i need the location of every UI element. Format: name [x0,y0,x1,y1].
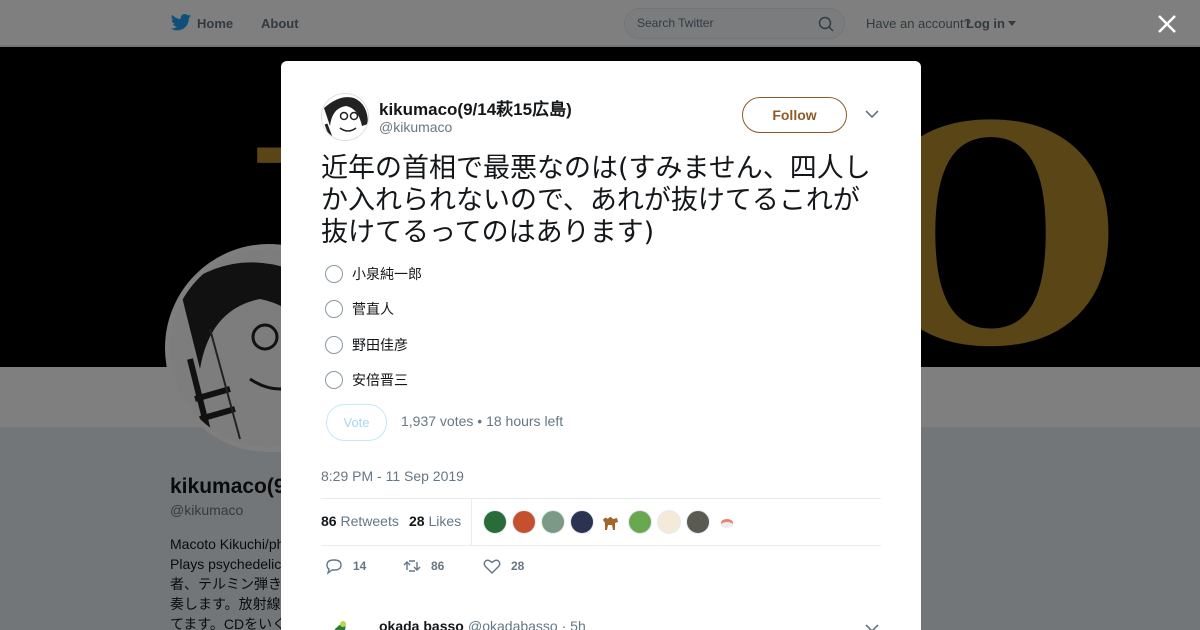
like-count: 28 [511,559,525,573]
reply-icon [326,559,342,575]
follow-button[interactable]: Follow [742,97,847,133]
tweet-permalink-modal: kikumaco(9/14萩15広島) @kikumaco Follow 近年の… [281,61,921,630]
poll-meta: 1,937 votes • 18 hours left [401,413,564,429]
poll-option[interactable]: 野田佳彦 [325,334,408,356]
close-icon[interactable] [1155,12,1179,36]
divider [321,545,881,546]
reply-avatar-illustration [334,621,346,630]
reply-author-name[interactable]: okada basso [379,618,464,630]
retweets-stat[interactable]: 86 Retweets [321,513,399,529]
vote-button[interactable]: Vote [326,404,387,441]
poll-option[interactable]: 小泉純一郎 [325,263,422,285]
liker-avatar[interactable] [599,510,623,534]
likes-count: 28 [409,513,425,529]
retweet-icon [403,560,421,572]
retweet-count: 86 [431,559,445,573]
author-name[interactable]: kikumaco(9/14萩15広島) [379,95,572,120]
radio-button[interactable] [325,371,343,389]
retweet-action[interactable]: 86 [403,557,444,575]
liker-avatar[interactable] [512,510,536,534]
reply-author-handle[interactable]: @okadabasso · 5h [468,618,586,630]
camel-icon [603,517,618,530]
poll-option-label: 小泉純一郎 [352,267,422,283]
reply-avatar[interactable] [321,616,353,630]
chevron-down-icon[interactable] [865,109,879,119]
author-handle[interactable]: @kikumaco [379,119,452,135]
tweet-text: 近年の首相で最悪なのは(すみません、四人しか入れられないので、あれが抜けてるこれ… [321,153,871,248]
reply-action[interactable]: 14 [325,557,366,575]
divider [471,498,472,545]
sushi-icon [721,519,733,528]
reply-count: 14 [353,559,367,573]
retweets-label: Retweets [340,513,399,529]
radio-button[interactable] [325,265,343,283]
radio-button[interactable] [325,300,343,318]
heart-icon [483,559,501,574]
poll-option[interactable]: 安倍晋三 [325,369,408,391]
liker-avatar[interactable] [715,510,739,534]
liker-avatar[interactable] [541,510,565,534]
liker-avatar[interactable] [483,510,507,534]
retweets-count: 86 [321,513,337,529]
tweet-timestamp[interactable]: 8:29 PM - 11 Sep 2019 [321,468,464,484]
divider [321,498,881,499]
likes-stat[interactable]: 28 Likes [409,513,461,529]
poll-option-label: 菅直人 [352,302,394,318]
poll-option-label: 野田佳彦 [352,338,408,354]
liker-avatar[interactable] [570,510,594,534]
likes-label: Likes [428,513,462,529]
author-avatar-illustration [322,94,368,140]
poll-option-label: 安倍晋三 [352,373,408,389]
likers-avatars [483,510,744,534]
liker-avatar[interactable] [657,510,681,534]
chevron-down-icon[interactable] [865,623,879,630]
radio-button[interactable] [325,336,343,354]
author-avatar[interactable] [321,93,369,141]
liker-avatar[interactable] [686,510,710,534]
liker-avatar[interactable] [628,510,652,534]
poll-option[interactable]: 菅直人 [325,298,394,320]
like-action[interactable]: 28 [483,557,524,575]
